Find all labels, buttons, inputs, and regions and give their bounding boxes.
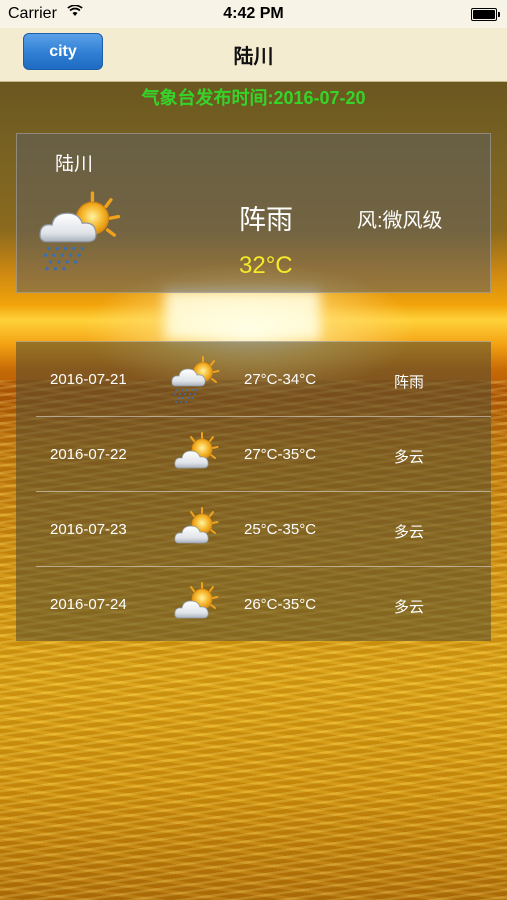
current-city-name: 陆川 (55, 154, 94, 175)
forecast-row[interactable]: 2016-07-24 26°C-35°C 多云 (16, 567, 491, 642)
forecast-temp-range: 25°C-35°C (244, 521, 317, 538)
forecast-row[interactable]: 2016-07-21 27°C-34°C 阵雨 (16, 342, 491, 417)
sun-cloud-icon (170, 504, 220, 554)
publish-time-label: 气象台发布时间:2016-07-20 (141, 88, 366, 108)
forecast-condition: 多云 (394, 524, 425, 541)
forecast-condition: 多云 (394, 599, 425, 616)
forecast-temp-range: 27°C-35°C (244, 446, 317, 463)
page-title: 陆川 (233, 46, 274, 68)
sun-cloud-icon (170, 579, 220, 629)
forecast-row[interactable]: 2016-07-22 27°C-35°C 多云 (16, 417, 491, 492)
forecast-temp-range: 27°C-34°C (244, 371, 317, 388)
current-weather-card: 陆川 阵雨 风:微风级 32°C (16, 133, 491, 293)
forecast-date: 2016-07-21 (50, 371, 127, 388)
sun-cloud-icon (170, 429, 220, 479)
forecast-date: 2016-07-22 (50, 446, 127, 463)
status-time: 4:42 PM (223, 5, 284, 22)
status-bar: Carrier 4:42 PM (0, 0, 507, 28)
sun-cloud-rain-icon (170, 354, 220, 404)
forecast-condition: 多云 (394, 449, 425, 466)
current-temperature: 32°C (239, 252, 293, 279)
forecast-date: 2016-07-23 (50, 521, 127, 538)
forecast-date: 2016-07-24 (50, 596, 127, 613)
battery-icon (471, 8, 500, 21)
navigation-bar: city 陆川 (0, 28, 507, 82)
current-weather-condition: 阵雨 (239, 205, 293, 235)
forecast-row[interactable]: 2016-07-23 25°C-35°C 多云 (16, 492, 491, 567)
forecast-temp-range: 26°C-35°C (244, 596, 317, 613)
current-wind: 风:微风级 (357, 210, 443, 232)
background-sun-glow (165, 290, 320, 340)
forecast-list: 2016-07-21 27°C-34°C 阵雨 2016-07-22 27°C-… (16, 341, 491, 641)
weather-app-screen: Carrier 4:42 PM city 陆川 气象台发布时间:2016-07-… (0, 0, 507, 900)
sun-cloud-rain-icon (37, 188, 121, 272)
forecast-condition: 阵雨 (394, 374, 425, 391)
